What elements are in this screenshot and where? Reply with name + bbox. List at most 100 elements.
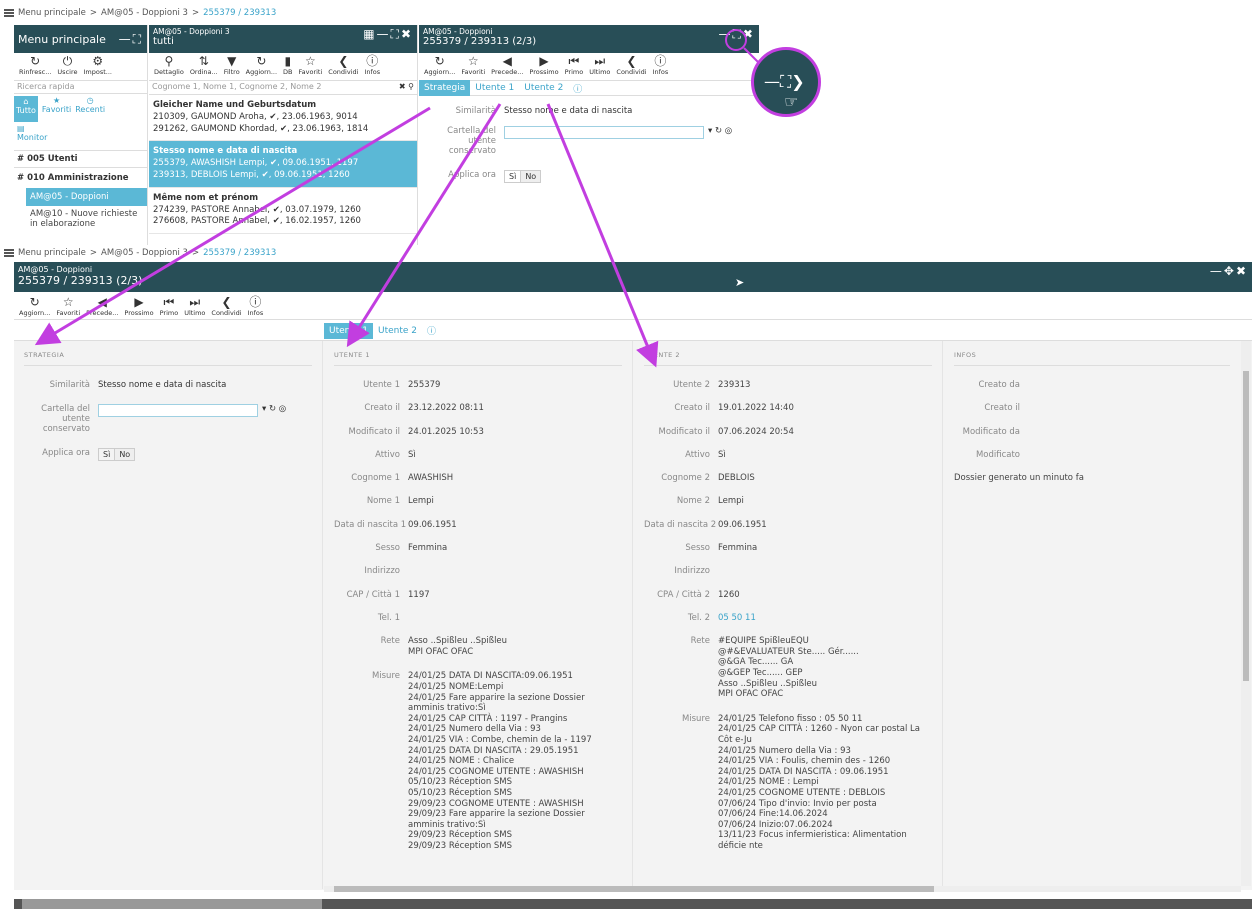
field-row: CAP / Città 1 1197 (346, 589, 430, 600)
previous-button[interactable]: ◀ Precede... (488, 55, 526, 77)
window-controls[interactable]: —⛶ (119, 32, 143, 47)
refresh-button[interactable]: ↻ Aggiorn... (243, 54, 280, 77)
breadcrumb-item[interactable]: AM@05 - Doppioni 3 (101, 8, 188, 18)
share-button[interactable]: ❮ Condividi (613, 55, 649, 77)
utente-1-header: UTENTE 1 (334, 351, 622, 366)
previous-button[interactable]: ◀ Precede... (83, 296, 121, 318)
list-item[interactable]: Même nom et prénom 274239, PASTORE Annabe… (149, 188, 417, 235)
info-button[interactable]: ⓘ Infos (650, 55, 672, 77)
first-button[interactable]: ⏮ Primo (562, 55, 587, 77)
text-line: 29/09/23 COGNOME UTENTE : AWASHISH (408, 798, 584, 809)
share-button[interactable]: ❮ Condividi (208, 296, 244, 318)
favorite-button[interactable]: ☆ Favoriti (296, 54, 326, 77)
share-button[interactable]: ❮ Condividi (325, 55, 361, 77)
list-item[interactable]: Gleicher Name und Geburtsdatum 210309, GA… (149, 95, 417, 142)
power-icon: ⏻ (62, 54, 73, 68)
text-line: 13/11/23 Focus infermieristica: Alimenta… (718, 830, 907, 851)
refresh-button[interactable]: ↻ Aggiorn... (421, 54, 458, 77)
submenu-doppioni[interactable]: AM@05 - Doppioni (26, 188, 147, 206)
refresh-icon: ↻ (256, 54, 267, 68)
db-button[interactable]: ▮ DB (280, 55, 295, 77)
submenu-nuove-richieste[interactable]: AM@10 - Nuove richieste in elaborazione (26, 206, 147, 228)
favorite-button[interactable]: ☆ Favoriti (53, 295, 83, 318)
settings-button[interactable]: ⚙ Impost... (80, 55, 115, 77)
tab-strategia[interactable]: Strategia (419, 80, 471, 96)
cartella-select[interactable] (98, 404, 258, 417)
favorite-button[interactable]: ☆ Favoriti (458, 55, 488, 77)
tab-utente-2[interactable]: Utente 2 (519, 80, 568, 96)
menu-item-amministrazione[interactable]: # 010 Amministrazione (14, 167, 147, 188)
cartella-select[interactable] (504, 126, 704, 139)
refresh-icon: ↻ (434, 54, 445, 68)
tab-tutto[interactable]: ⌂ Tutto (14, 96, 38, 122)
select-controls[interactable]: ▾ ↻ ◎ (262, 404, 286, 434)
menu-hamburger-icon[interactable] (4, 249, 14, 257)
info-icon[interactable]: ⓘ (422, 321, 441, 340)
text-line: 07/06/24 Fine:14.06.2024 (718, 809, 828, 820)
menu-hamburger-icon[interactable] (4, 9, 14, 17)
home-icon: ⌂ (23, 97, 29, 106)
tab-utente-2[interactable]: Utente 2 (373, 323, 422, 339)
exit-button[interactable]: ⏻ Uscire (54, 54, 80, 77)
window-controls[interactable]: —⛶✖ (719, 27, 755, 51)
sort-button[interactable]: ⇅ Ordina... (187, 55, 221, 77)
tab-recenti[interactable]: ◷ Recenti (75, 96, 105, 122)
info-button[interactable]: ⓘ Infos (361, 55, 383, 77)
field-row: Sesso Femmina (685, 543, 758, 554)
last-button[interactable]: ⏭ Ultimo (181, 296, 208, 318)
star-icon: ☆ (62, 295, 74, 309)
inner-horizontal-scrollbar[interactable] (324, 886, 1241, 892)
text-line: 24/01/25 DATA DI NASCITA:09.06.1951 (408, 671, 573, 682)
first-button[interactable]: ⏮ Primo (157, 296, 182, 318)
breadcrumb-current[interactable]: 255379 / 239313 (203, 8, 276, 18)
tab-favoriti[interactable]: ★ Favoriti (42, 96, 71, 122)
next-icon: ▶ (539, 54, 549, 68)
text-line: MPI OFAC OFAC (718, 689, 784, 700)
next-button[interactable]: ▶ Prossimo (526, 54, 561, 77)
refresh-button[interactable]: ↻ Aggiorn... (16, 296, 53, 318)
vertical-scrollbar[interactable] (1241, 341, 1251, 886)
detail-subtitle: 255379 / 239313 (2/3) (423, 36, 537, 47)
quick-search-input[interactable]: Ricerca rapida (14, 81, 147, 94)
main-tabs: Utente 1 Utente 2 ⓘ (324, 321, 441, 340)
list-item-selected[interactable]: Stesso nome e data di nascita 255379, AWA… (149, 141, 417, 188)
field-row: Nome 1 Lempi (366, 496, 434, 507)
field-row: Utente 1 255379 (363, 380, 441, 390)
detail-button[interactable]: ⚲ Dettaglio (151, 55, 187, 77)
text-line: 24/01/25 DATA DI NASCITA : 09.06.1951 (718, 766, 889, 777)
list-toolbar: ⚲ Dettaglio ⇅ Ordina... ▼ Filtro ↻ Aggiorn..… (149, 53, 417, 81)
strategia-column: STRATEGIA Similarità Stesso nome e data d… (14, 341, 323, 889)
list-search-input[interactable]: Cognome 1, Nome 1, Cognome 2, Nome 2 (152, 82, 321, 93)
text-line: @#&EVALUATEUR Ste..... Gér...... (718, 646, 859, 657)
star-icon: ☆ (305, 54, 316, 68)
tab-utente-1[interactable]: Utente 1 (470, 80, 519, 96)
applica-toggle[interactable]: Sì No (98, 448, 136, 461)
applica-toggle[interactable]: Sì No (504, 170, 542, 183)
rete-field: Rete Asso ..Spißleu ..Spißleu MPI OFAC OFA… (334, 636, 622, 657)
breadcrumb-root[interactable]: Menu principale (18, 8, 86, 18)
window-controls[interactable]: ▦—⛶✖ (363, 27, 413, 51)
info-icon[interactable]: ⓘ (568, 79, 587, 98)
last-button[interactable]: ⏭ Ultimo (586, 54, 613, 77)
monitor-link[interactable]: ▤ Monitor (14, 124, 147, 150)
window-controls[interactable]: —✥✖ (1210, 264, 1248, 290)
refresh-button[interactable]: ↻ Rinfresc... (16, 55, 54, 77)
similarity-label: Similarità (455, 106, 496, 116)
text-line: @&GEP Tec...... GEP (718, 668, 803, 679)
field-row: Creato il 19.01.2022 14:40 (674, 403, 794, 414)
last-icon: ⏭ (594, 54, 606, 68)
text-line: 29/09/23 Fare apparire la sezione Dossie… (408, 809, 585, 830)
search-controls[interactable]: ✖ ⚲ (399, 82, 414, 93)
clock-icon: ◷ (86, 96, 94, 105)
text-line: 24/01/25 VIA : Combe, chemin de la - 119… (408, 735, 592, 746)
menu-item-utenti[interactable]: # 005 Utenti (14, 150, 147, 167)
next-button[interactable]: ▶ Prossimo (121, 296, 156, 318)
filter-button[interactable]: ▼ Filtro (221, 55, 243, 77)
info-button[interactable]: ⓘ Infos (245, 296, 267, 318)
tab-utente-1[interactable]: Utente 1 (324, 322, 374, 339)
field-row: Creato il (984, 403, 1020, 414)
zoom-callout: —⛶❯ ☞ (751, 47, 821, 117)
page-horizontal-scrollbar[interactable] (14, 899, 1252, 909)
select-controls[interactable]: ▾ ↻ ◎ (708, 126, 732, 156)
main-toolbar: ↻ Aggiorn... ☆ Favoriti ◀ Precede... ▶ Pross… (14, 294, 1252, 320)
